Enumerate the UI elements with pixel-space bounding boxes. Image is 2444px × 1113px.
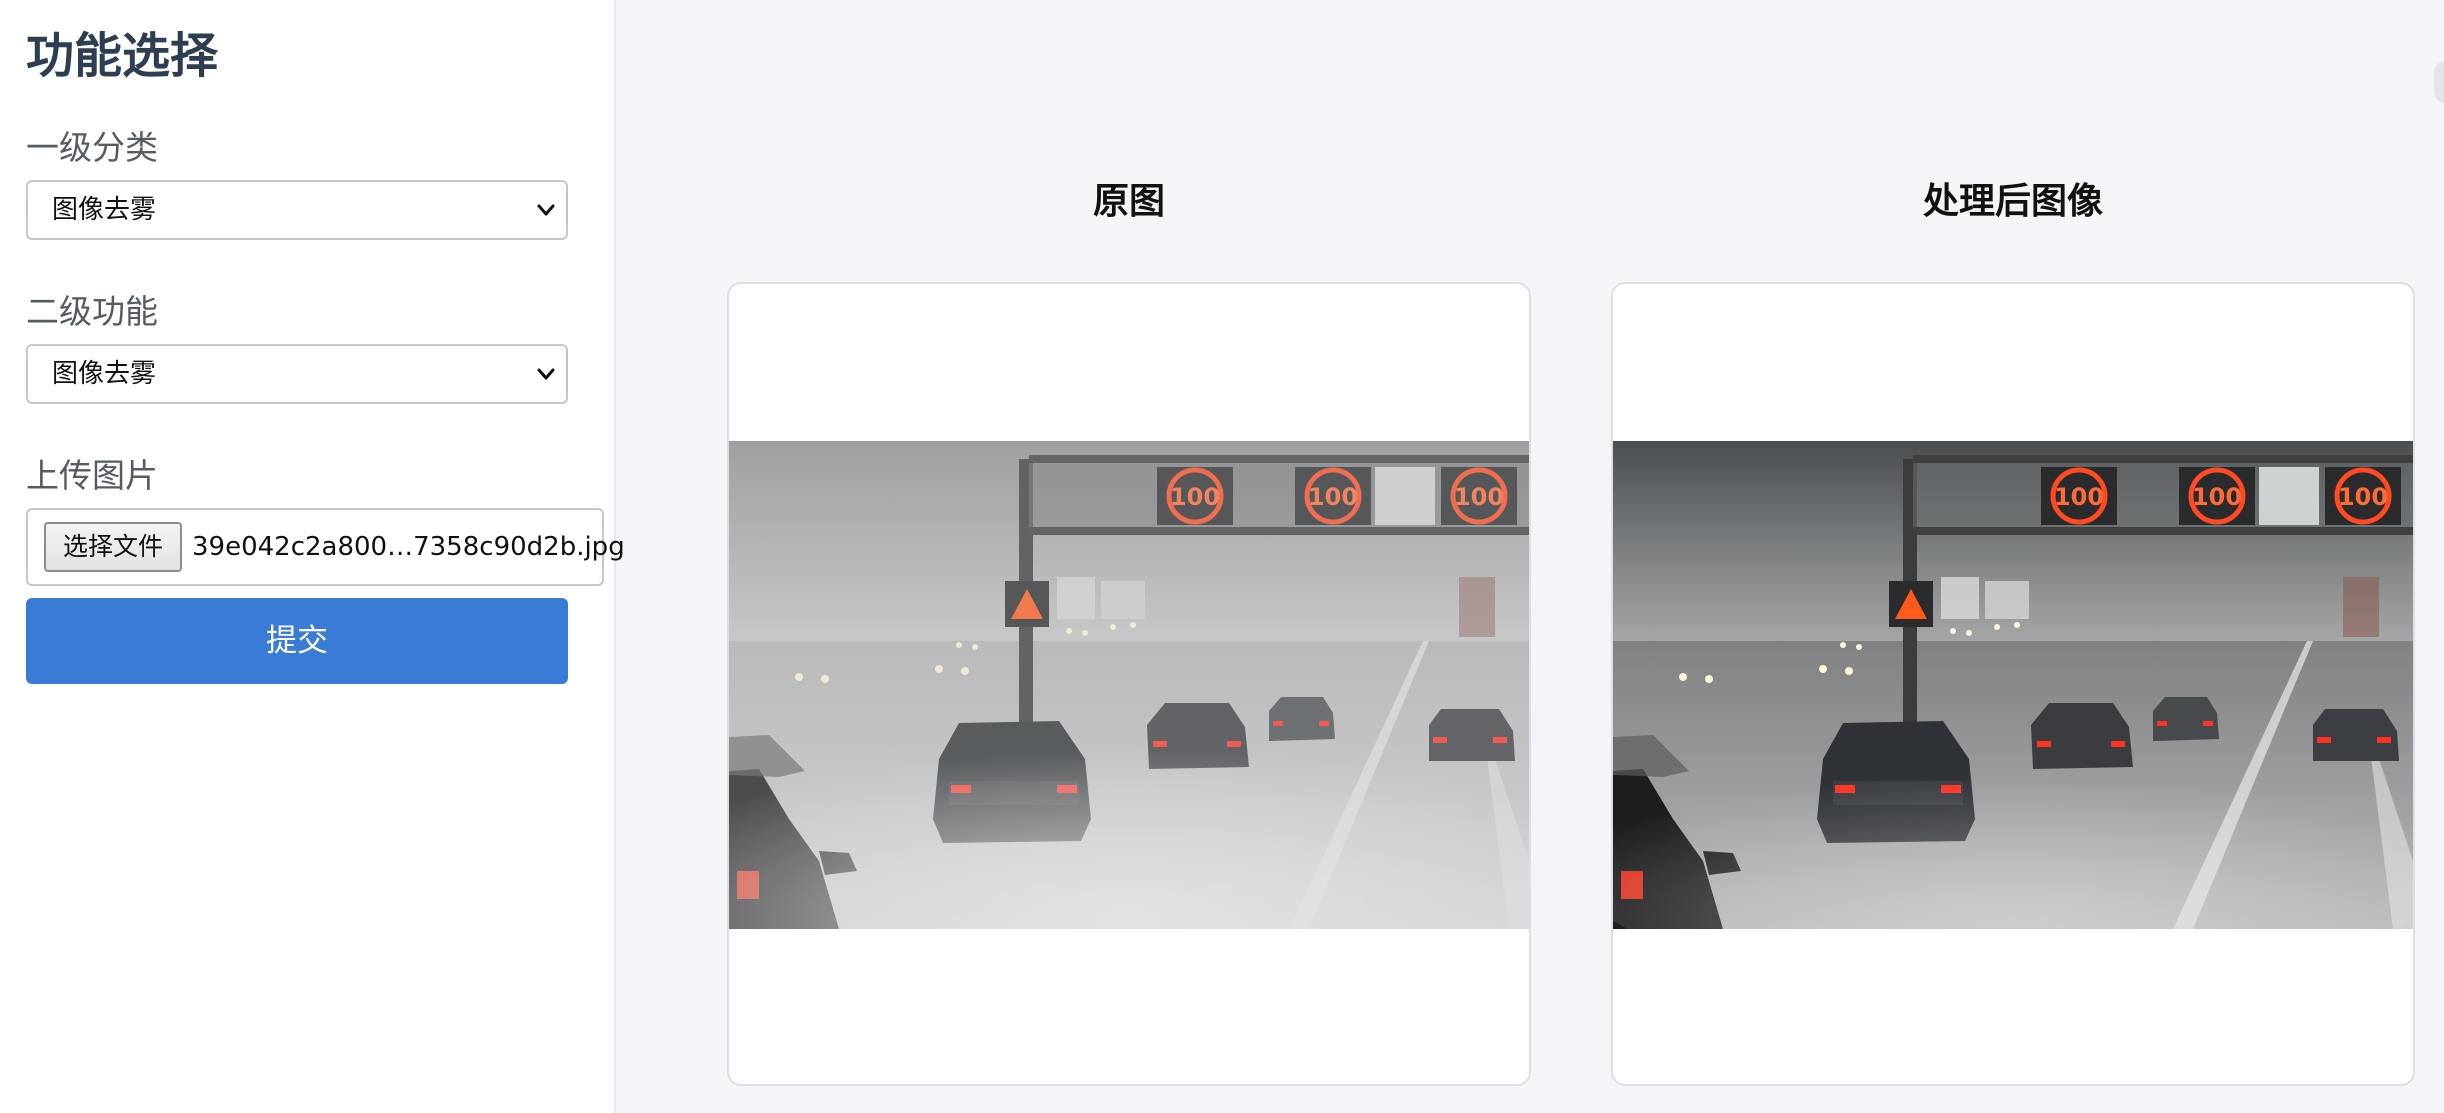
- scroll-handle[interactable]: [2434, 62, 2444, 102]
- level1-label: 一级分类: [26, 128, 158, 167]
- file-input[interactable]: 选择文件 39e042c2a800…7358c90d2b.jpg: [26, 508, 625, 586]
- submit-button[interactable]: 提交: [26, 598, 568, 684]
- upload-label: 上传图片: [26, 456, 158, 495]
- processed-image-title: 处理后图像: [1922, 181, 2103, 222]
- selected-file-name: 39e042c2a800…7358c90d2b.jpg: [192, 532, 625, 562]
- processed-image: [1613, 441, 2413, 929]
- original-image-title: 原图: [1092, 181, 1165, 222]
- level2-select-value: 图像去雾: [52, 359, 157, 389]
- level2-select[interactable]: 图像去雾: [26, 344, 568, 404]
- original-image: [729, 441, 1529, 929]
- choose-file-button[interactable]: 选择文件: [44, 522, 182, 572]
- level2-label: 二级功能: [26, 292, 158, 331]
- level1-select-value: 图像去雾: [52, 195, 157, 225]
- level1-select[interactable]: 图像去雾: [26, 180, 568, 240]
- sidebar-title: 功能选择: [26, 28, 219, 84]
- sidebar: 功能选择 一级分类 图像去雾 二级功能 图像去雾 上传图片 选择文件 39e04…: [0, 0, 625, 1113]
- processed-image-card: [1611, 282, 2415, 1086]
- chevron-down-icon: [537, 368, 555, 380]
- chevron-down-icon: [537, 204, 555, 216]
- original-image-card: [727, 282, 1531, 1086]
